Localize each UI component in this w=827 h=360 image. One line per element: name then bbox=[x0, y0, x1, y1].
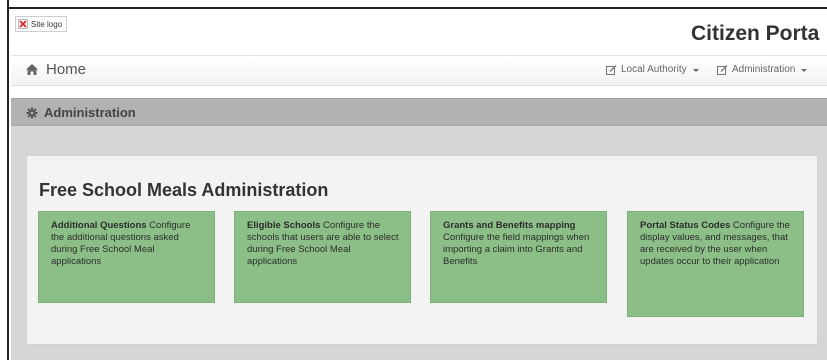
fsm-admin-panel: Free School Meals Administration Additio… bbox=[26, 155, 818, 345]
site-logo[interactable]: Site logo bbox=[15, 16, 68, 32]
tile-additional-questions[interactable]: Additional Questions Configure the addit… bbox=[38, 211, 215, 303]
section-title: Administration bbox=[44, 105, 136, 120]
nav-home-link[interactable]: Home bbox=[25, 61, 86, 78]
brand-bar: Site logo Citizen Porta bbox=[11, 11, 827, 56]
tile-heading: Eligible Schools bbox=[247, 220, 321, 231]
tile-heading: Portal Status Codes bbox=[640, 220, 731, 231]
tile-grants-benefits-mapping[interactable]: Grants and Benefits mapping Configure th… bbox=[430, 211, 607, 303]
window-border-top bbox=[9, 0, 827, 9]
section-header: Administration bbox=[11, 98, 827, 126]
broken-image-icon bbox=[18, 19, 28, 29]
tile-eligible-schools[interactable]: Eligible Schools Configure the schools t… bbox=[234, 211, 411, 303]
panel-title: Free School Meals Administration bbox=[39, 180, 329, 200]
chevron-down-icon bbox=[692, 68, 699, 72]
nav-menu-label: Local Authority bbox=[621, 64, 687, 75]
tile-heading: Grants and Benefits mapping bbox=[443, 220, 576, 231]
window-border-left bbox=[0, 0, 9, 360]
edit-icon bbox=[606, 64, 617, 75]
tile-portal-status-codes[interactable]: Portal Status Codes Configure the displa… bbox=[627, 211, 804, 317]
nav-menu-label: Administration bbox=[732, 64, 796, 75]
tile-heading: Additional Questions bbox=[51, 220, 147, 231]
nav-menu-administration[interactable]: Administration bbox=[717, 64, 808, 75]
browser-viewport: Site logo Citizen Porta Home Local Autho… bbox=[0, 0, 827, 360]
portal-title: Citizen Porta bbox=[691, 22, 820, 45]
nav-home-label: Home bbox=[46, 61, 87, 78]
top-navbar: Home Local Authority Administration bbox=[11, 56, 827, 86]
edit-icon bbox=[717, 64, 728, 75]
chevron-down-icon bbox=[801, 68, 808, 72]
home-icon bbox=[25, 63, 39, 76]
nav-menu-local-authority[interactable]: Local Authority bbox=[606, 64, 699, 75]
site-logo-alt-text: Site logo bbox=[31, 19, 63, 29]
gear-icon bbox=[26, 107, 38, 119]
nav-spacer bbox=[11, 86, 827, 98]
tile-description: Configure the field mappings when import… bbox=[443, 232, 590, 267]
